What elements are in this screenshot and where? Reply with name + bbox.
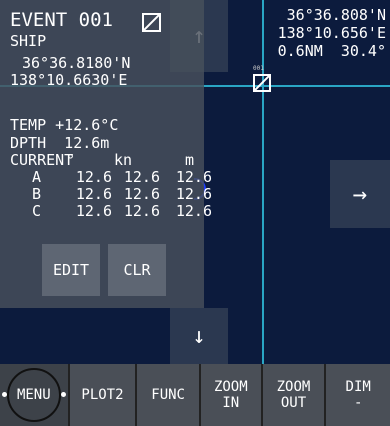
plot2-button[interactable]: PLOT2 [69, 364, 136, 426]
table-row: A 12.6 12.6 12.6 [10, 169, 212, 186]
current-header-row: CURRENT ° kn m [10, 152, 212, 169]
current-row-m: 12.6 [175, 185, 212, 203]
cursor-longitude: 138°10.656'E [277, 24, 386, 42]
menu-dot-left-icon [2, 392, 7, 397]
current-row-name: B [32, 185, 42, 203]
current-header-kn: kn [113, 151, 132, 169]
current-row-kn: 12.6 [123, 185, 160, 203]
clear-button[interactable]: CLR [108, 244, 166, 296]
current-row-kn: 12.6 [123, 202, 160, 220]
current-header-deg: ° [66, 151, 76, 169]
zoom-out-label-1: ZOOM [276, 379, 311, 395]
pan-down-button[interactable]: ↓ [170, 308, 228, 364]
func-button[interactable]: FUNC [137, 364, 199, 426]
depth-value: DPTH 12.6m [10, 134, 110, 152]
cursor-range-bearing: 0.6NM 30.4° [278, 42, 386, 60]
ship-longitude: 138°10.6630'E [10, 71, 128, 89]
arrow-down-icon: ↓ [192, 323, 206, 349]
event-marker-label: 001 [253, 65, 264, 72]
current-row-deg: 12.6 [75, 202, 112, 220]
event-title: EVENT 001 [10, 9, 113, 31]
temperature-value: TEMP +12.6°C [10, 116, 119, 134]
zoom-out-label-2: OUT [280, 395, 307, 411]
menu-label: MENU [16, 387, 51, 403]
table-row: B 12.6 12.6 12.6 [10, 186, 212, 203]
dim-label-1: DIM [345, 379, 371, 395]
current-label: CURRENT [10, 151, 74, 169]
current-row-deg: 12.6 [75, 185, 112, 203]
cursor-latitude: 36°36.808'N [286, 6, 386, 24]
zoom-in-label-2: IN [222, 395, 240, 411]
plot2-label: PLOT2 [81, 387, 124, 403]
func-label: FUNC [151, 387, 185, 403]
current-row-m: 12.6 [175, 168, 212, 186]
menu-button[interactable]: MENU [0, 364, 68, 426]
zoom-in-label-1: ZOOM [213, 379, 248, 395]
cursor-bearing: 30.4° [340, 42, 386, 60]
bottom-toolbar: MENU PLOT2 FUNC ZOOM IN ZOOM OUT DIM - [0, 364, 390, 426]
dim-label-2: - [353, 395, 363, 411]
ship-label: SHIP [10, 32, 47, 50]
current-row-name: C [32, 202, 42, 220]
event-mark-icon [142, 13, 161, 32]
zoom-out-button[interactable]: ZOOM OUT [262, 364, 325, 426]
cursor-range: 0.6NM [277, 42, 323, 60]
current-row-kn: 12.6 [123, 168, 160, 186]
current-header-m: m [184, 151, 194, 169]
table-row: C 12.6 12.6 12.6 [10, 203, 212, 220]
current-table: CURRENT ° kn m A 12.6 12.6 12.6 B 12.6 1… [10, 152, 212, 220]
cursor-readout: 36°36.808'N 138°10.656'E 0.6NM 30.4° [278, 6, 386, 60]
zoom-in-button[interactable]: ZOOM IN [200, 364, 261, 426]
ship-latitude: 36°36.8180'N [22, 54, 131, 72]
pan-right-button[interactable]: → [330, 160, 390, 228]
current-row-m: 12.6 [175, 202, 212, 220]
menu-dot-right-icon [61, 392, 66, 397]
arrow-right-icon: → [352, 180, 368, 208]
current-row-name: A [32, 168, 42, 186]
current-row-deg: 12.6 [75, 168, 112, 186]
cursor-vertical-line [262, 0, 264, 364]
event-info-panel: EVENT 001 SHIP 36°36.8180'N 138°10.6630'… [0, 0, 212, 308]
edit-button[interactable]: EDIT [42, 244, 100, 296]
event-marker-icon[interactable] [253, 74, 271, 92]
dim-button[interactable]: DIM - [326, 364, 390, 426]
